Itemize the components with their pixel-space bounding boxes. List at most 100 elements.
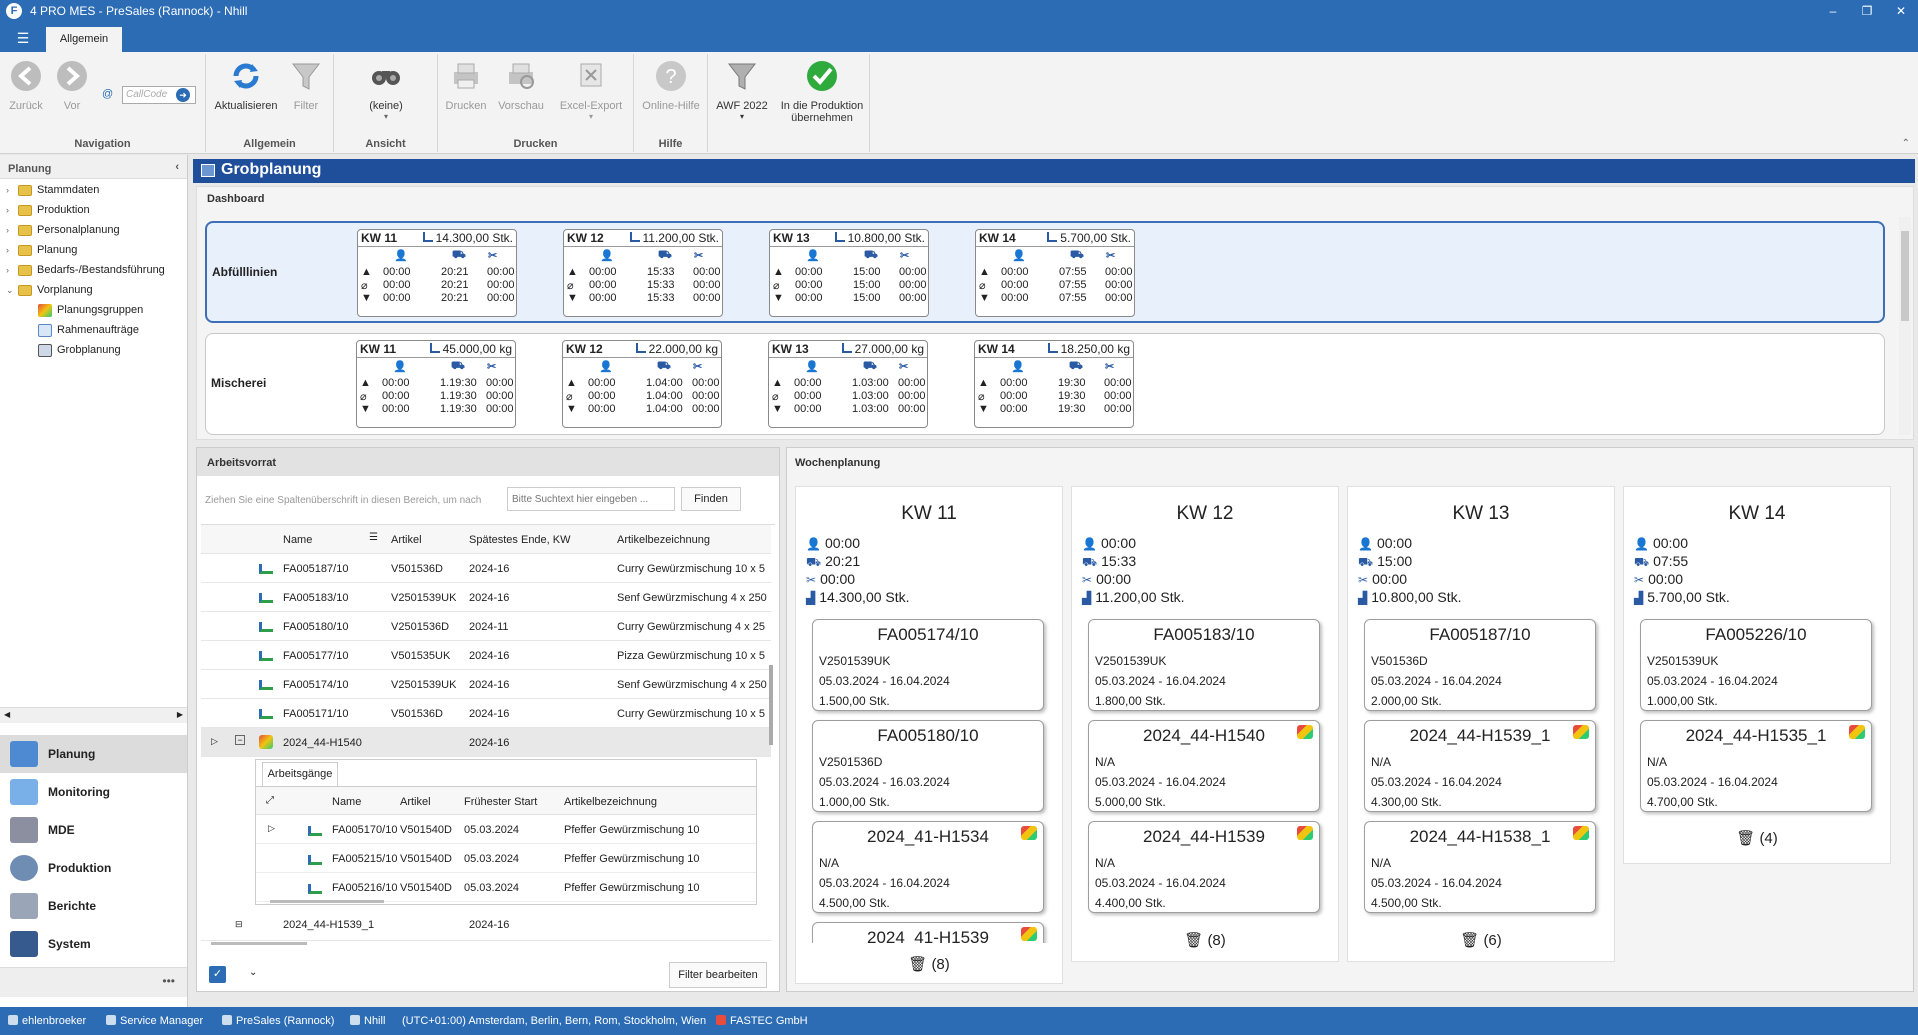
col-header-artikel[interactable]: Artikel (391, 534, 422, 546)
table-row[interactable]: FA005180/10 V2501536D 2024-11 Curry Gewürzm… (201, 612, 771, 641)
detail-scrollbar[interactable] (270, 900, 384, 903)
module-berichte[interactable]: Berichte (0, 887, 187, 925)
week-summary-card[interactable]: KW 12 22.000,00 kg 👤 ⛟ ✂ ▲ 00:00 1.04:00 00:00 ⌀ 0… (562, 340, 722, 428)
app-icon[interactable]: F (6, 3, 22, 19)
go-icon[interactable]: ➜ (176, 88, 190, 102)
find-button[interactable]: Finden (681, 487, 741, 511)
planning-card[interactable]: FA005180/10 V2501536D 05.03.2024 - 16.03.2… (812, 720, 1044, 812)
minimize-button[interactable]: – (1818, 2, 1848, 20)
week-summary-card[interactable]: KW 11 45.000,00 kg 👤 ⛟ ✂ ▲ 00:00 1.19:30 00:00 ⌀ 0… (356, 340, 516, 428)
tree-item-planung[interactable]: › Planung (6, 241, 77, 259)
collapse-panel-icon[interactable]: ‹ (175, 161, 179, 173)
table-row[interactable]: FA005171/10 V501536D 2024-16 Curry Gewürzmi… (201, 699, 771, 728)
sub-table-row[interactable]: FA005216/10 V501540D 05.03.2024 Pfeffer Gew… (256, 873, 756, 902)
planning-card[interactable]: 2024_41-H1534 N/A 05.03.2024 - 16.04.2024 4… (812, 821, 1044, 913)
filter-button[interactable]: Filter (286, 58, 326, 112)
expand-all-icon[interactable]: ⤢ (266, 795, 274, 806)
group-row-partial[interactable]: ⊟ 2024_44-H1539_1 2024-16 (201, 915, 771, 941)
collapse-ribbon-icon[interactable]: ⌃ (1902, 138, 1910, 149)
module-planung[interactable]: Planung (0, 735, 187, 773)
planning-card[interactable]: FA005183/10 V2501539UK 05.03.2024 - 16.04.… (1088, 619, 1320, 711)
planning-card[interactable]: 2024_44-H1539_1 N/A 05.03.2024 - 16.04.202… (1364, 720, 1596, 812)
planning-card[interactable]: FA005226/10 V2501539UK 05.03.2024 - 16.04.… (1640, 619, 1872, 711)
tree-item-bedarfs[interactable]: › Bedarfs-/Bestandsführung (6, 261, 165, 279)
table-row[interactable]: FA005174/10 V2501539UK 2024-16 Senf Gewürzm… (201, 670, 771, 699)
scroll-left-icon[interactable]: ◀ (4, 710, 10, 719)
planning-card[interactable]: 2024_41-H1539 (812, 922, 1044, 943)
tree-item-planungsgruppen[interactable]: Planungsgruppen (38, 301, 143, 319)
table-row[interactable]: FA005177/10 V501535UK 2024-16 Pizza Gewürzm… (201, 641, 771, 670)
module-system[interactable]: System (0, 925, 187, 963)
module-produktion[interactable]: Produktion (0, 849, 187, 887)
expand-icon[interactable]: ▷ (268, 823, 275, 834)
trash-counter[interactable]: 🗑 (4) (1624, 829, 1890, 847)
awf-button[interactable]: AWF 2022 ▾ (712, 58, 772, 121)
col-header-name[interactable]: Name (283, 534, 312, 546)
planning-card[interactable]: 2024_44-H1540 N/A 05.03.2024 - 16.04.2024 5… (1088, 720, 1320, 812)
expand-icon[interactable]: › (6, 201, 18, 219)
expand-icon[interactable]: › (6, 181, 18, 199)
table-row[interactable]: FA005187/10 V501536D 2024-16 Curry Gewürzmi… (201, 554, 771, 583)
tree-item-produktion[interactable]: › Produktion (6, 201, 90, 219)
grid-scroll-thumb[interactable] (769, 665, 773, 745)
week-summary-card[interactable]: KW 13 27.000,00 kg 👤 ⛟ ✂ ▲ 00:00 1.03:00 00:00 ⌀ 0… (768, 340, 928, 428)
sub-table-row[interactable]: ▷ FA005170/10 V501540D 05.03.2024 Pfeffer Ge… (256, 815, 756, 844)
app-menu-icon[interactable]: ☰ (6, 27, 40, 49)
dashboard-scrollbar[interactable] (1899, 217, 1911, 435)
sub-col-start[interactable]: Frühester Start (464, 796, 537, 808)
expand-icon[interactable]: › (6, 221, 18, 239)
excel-export-button[interactable]: Excel-Export ▾ (556, 58, 626, 121)
planning-card[interactable]: 2024_44-H1535_1 N/A 05.03.2024 - 16.04.202… (1640, 720, 1872, 812)
scroll-right-icon[interactable]: ▶ (177, 710, 183, 719)
week-summary-card[interactable]: KW 12 11.200,00 Stk. 👤 ⛟ ✂ ▲ 00:00 15:33 00:00 ⌀ 0… (563, 229, 723, 317)
filter-checkbox[interactable]: ✓ (209, 966, 226, 983)
col-header-bezeichnung[interactable]: Artikelbezeichnung (617, 534, 710, 546)
scroll-thumb[interactable] (1901, 231, 1909, 321)
take-to-production-button[interactable]: In die Produktion übernehmen (778, 58, 866, 124)
tab-arbeitsgaenge[interactable]: Arbeitsgänge (262, 762, 338, 786)
refresh-button[interactable]: Aktualisieren (214, 58, 278, 112)
trash-counter[interactable]: 🗑 (8) (796, 955, 1062, 973)
collapse-group-icon[interactable]: − (235, 735, 245, 745)
maximize-button[interactable]: ❐ (1852, 2, 1882, 20)
sub-col-name[interactable]: Name (332, 796, 361, 808)
module-mde[interactable]: MDE (0, 811, 187, 849)
forward-button[interactable]: Vor (52, 58, 92, 112)
filter-icon[interactable]: ☰ (369, 532, 378, 543)
expand-icon[interactable]: › (6, 241, 18, 259)
table-row[interactable]: FA005183/10 V2501539UK 2024-16 Senf Gewürzm… (201, 583, 771, 612)
expand-icon[interactable]: ▷ (211, 736, 218, 747)
sub-col-bezeichnung[interactable]: Artikelbezeichnung (564, 796, 657, 808)
tree-item-vorplanung[interactable]: ⌄ Vorplanung (6, 281, 93, 299)
print-button[interactable]: Drucken (444, 58, 488, 112)
expand-icon[interactable]: › (6, 261, 18, 279)
tree-item-stammdaten[interactable]: › Stammdaten (6, 181, 99, 199)
collapse-icon[interactable]: ⌄ (6, 281, 18, 299)
tree-item-rahmenauftraege[interactable]: Rahmenaufträge (38, 321, 139, 339)
planning-card[interactable]: 2024_44-H1539 N/A 05.03.2024 - 16.04.2024 4… (1088, 821, 1320, 913)
col-header-ende[interactable]: Spätestes Ende, KW (469, 534, 571, 546)
week-summary-card[interactable]: KW 11 14.300,00 Stk. 👤 ⛟ ✂ ▲ 00:00 20:21 00:00 ⌀ 0… (357, 229, 517, 317)
tree-item-grobplanung[interactable]: Grobplanung (38, 341, 121, 359)
back-button[interactable]: Zurück (6, 58, 46, 112)
week-summary-card[interactable]: KW 14 18.250,00 kg 👤 ⛟ ✂ ▲ 00:00 19:30 00:00 ⌀ 00:… (974, 340, 1134, 428)
trash-counter[interactable]: 🗑 (8) (1072, 931, 1338, 949)
tree-horizontal-scrollbar[interactable]: ◀ ▶ (0, 707, 187, 723)
dashboard-row[interactable]: Mischerei KW 11 45.000,00 kg 👤 ⛟ ✂ ▲ 00:00 1.19:… (205, 333, 1885, 435)
filter-edit-button[interactable]: Filter bearbeiten (669, 962, 767, 988)
module-monitoring[interactable]: Monitoring (0, 773, 187, 811)
week-summary-card[interactable]: KW 13 10.800,00 Stk. 👤 ⛟ ✂ ▲ 00:00 15:00 00:00 ⌀ 0… (769, 229, 929, 317)
preview-button[interactable]: Vorschau (496, 58, 546, 112)
close-button[interactable]: ✕ (1886, 2, 1916, 20)
grid-horizontal-scrollbar[interactable] (211, 942, 307, 945)
dashboard-row[interactable]: Abfülllinien KW 11 14.300,00 Stk. 👤 ⛟ ✂ ▲ 00:00… (205, 221, 1885, 323)
sub-table-row[interactable]: FA005215/10 V501540D 05.03.2024 Pfeffer Gew… (256, 844, 756, 873)
planning-card[interactable]: FA005187/10 V501536D 05.03.2024 - 16.04.20… (1364, 619, 1596, 711)
view-dropdown[interactable]: (keine) ▾ (354, 58, 418, 121)
chevron-down-icon[interactable]: ⌄ (249, 967, 257, 978)
more-icon[interactable]: ••• (162, 974, 175, 988)
planning-card[interactable]: FA005174/10 V2501539UK 05.03.2024 - 16.04.… (812, 619, 1044, 711)
group-row[interactable]: ▷ − 2024_44-H1540 2024-16 (201, 728, 771, 757)
planning-card[interactable]: 2024_44-H1538_1 N/A 05.03.2024 - 16.04.202… (1364, 821, 1596, 913)
collapse-group-icon[interactable]: ⊟ (235, 919, 243, 930)
